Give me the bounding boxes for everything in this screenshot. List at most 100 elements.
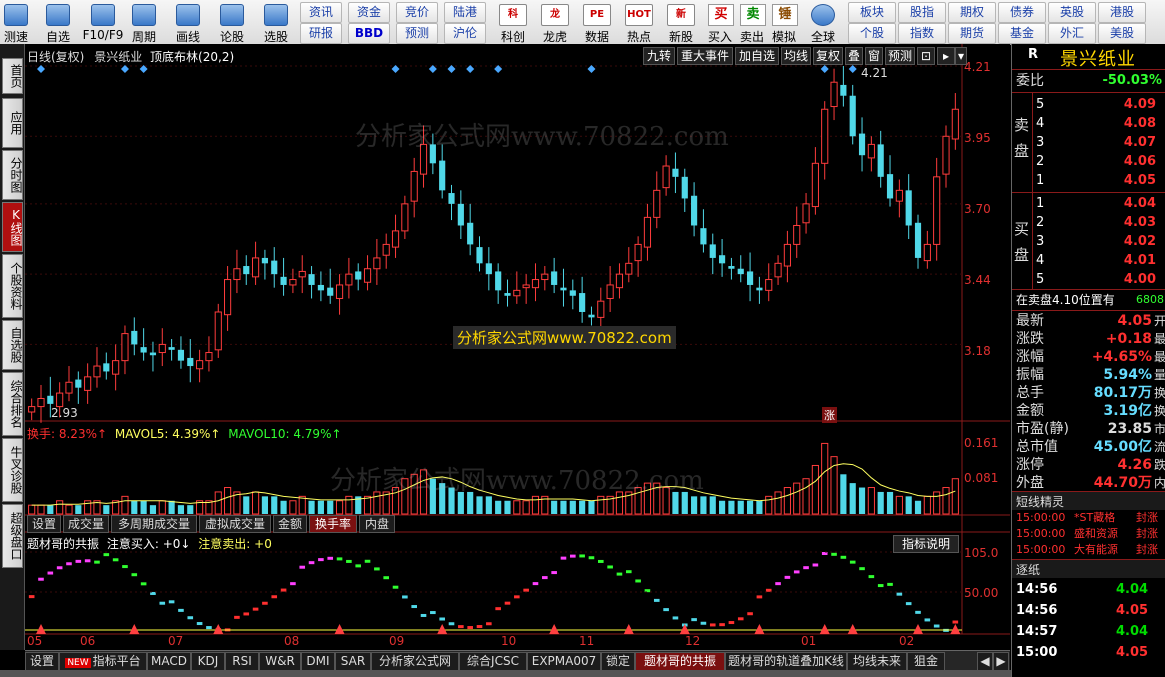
period-button[interactable]: 周期 [126, 0, 162, 44]
futures-button[interactable]: 期货 [948, 23, 996, 44]
funds-button[interactable]: 基金 [998, 23, 1046, 44]
watchlist-button[interactable]: 自选 [38, 0, 78, 44]
sub-tab-virtual-volume[interactable]: 虚拟成交量 [199, 515, 271, 533]
tab-apps[interactable]: 应用 [2, 98, 23, 148]
nine-turn-button[interactable]: 九转 [643, 47, 675, 65]
sprite-row[interactable]: 15:00:00 *ST藏格 封涨 [1012, 510, 1165, 526]
ask-row[interactable]: 3 4.07 [1012, 133, 1165, 153]
ask-row[interactable]: 1 4.05 [1012, 171, 1165, 191]
tab-kline[interactable]: K线图 [2, 202, 23, 252]
indicator-tab[interactable]: 均线未来 [847, 652, 907, 671]
sprite-row[interactable]: 15:00:00 大有能源 封涨 [1012, 542, 1165, 558]
expand-icon[interactable]: ▸ [937, 47, 955, 65]
sprite-row[interactable]: 15:00:00 盛和资源 封涨 [1012, 526, 1165, 542]
sub-tab-inner[interactable]: 内盘 [359, 515, 395, 533]
tab-ranking[interactable]: 综合排名 [2, 372, 23, 436]
hk-stocks-button[interactable]: 港股 [1098, 2, 1146, 23]
add-watchlist-button[interactable]: 加自选 [735, 47, 779, 65]
indicator-tab[interactable]: 狙金 [907, 652, 945, 671]
f10-button[interactable]: F10/F9 [80, 0, 126, 44]
indicator-tab[interactable]: 分析家公式网 [371, 652, 459, 671]
candle-body [84, 376, 92, 391]
indicator-tab[interactable]: KDJ [191, 652, 225, 671]
scroll-right-icon[interactable]: ▶ [993, 652, 1009, 671]
tab-home[interactable]: 首页 [2, 58, 23, 94]
major-events-button[interactable]: 重大事件 [677, 47, 733, 65]
research-button[interactable]: 研报 [300, 23, 342, 44]
window-button[interactable]: 窗 [865, 47, 883, 65]
sub-tab-multi-volume[interactable]: 多周期成交量 [111, 515, 197, 533]
lock-icon[interactable]: ⊡ [917, 47, 935, 65]
bid-row[interactable]: 3 4.02 [1012, 232, 1165, 252]
capital-button[interactable]: 资金 [348, 2, 390, 23]
tab-stock-profile[interactable]: 个股资料 [2, 254, 23, 318]
buy-button[interactable]: 买买入 [706, 0, 734, 44]
tab-watchlist[interactable]: 自选股 [2, 320, 23, 370]
tab-intraday[interactable]: 分时图 [2, 150, 23, 200]
shanghai-london-button[interactable]: 沪伦 [444, 23, 486, 44]
sub-tab-settings[interactable]: 设置 [27, 515, 61, 533]
indicator-tab[interactable]: MACD [147, 652, 191, 671]
global-button[interactable]: 全球 [806, 0, 840, 44]
moving-average-button[interactable]: 均线 [781, 47, 811, 65]
horizontal-scrollbar[interactable] [0, 670, 1011, 677]
index-button[interactable]: 指数 [898, 23, 946, 44]
indicator-tab[interactable]: 题材哥的共振 [635, 652, 725, 671]
ask-row[interactable]: 4 4.08 [1012, 114, 1165, 134]
indicator-help-button[interactable]: 指标说明 [893, 535, 959, 553]
bonds-button[interactable]: 债券 [998, 2, 1046, 23]
discuss-button[interactable]: 论股 [214, 0, 250, 44]
sub-tab-volume[interactable]: 成交量 [63, 515, 109, 533]
indicator-tab[interactable]: NEW 指标平台 [59, 652, 147, 671]
bbd-button[interactable]: BBD [348, 23, 390, 44]
data-button[interactable]: PE 数据 [580, 0, 614, 44]
dragon-tiger-button[interactable]: 龙龙虎 [538, 0, 572, 44]
ipo-button[interactable]: 新新股 [664, 0, 698, 44]
sector-button[interactable]: 板块 [848, 2, 896, 23]
news-button[interactable]: 资讯 [300, 2, 342, 23]
tab-diagnosis[interactable]: 牛叉诊股 [2, 438, 23, 502]
bid-row[interactable]: 1 4.04 [1012, 194, 1165, 214]
predict-button[interactable]: 预测 [885, 47, 915, 65]
forecast-button[interactable]: 预测 [396, 23, 438, 44]
speed-test-button[interactable]: 测速 [2, 0, 30, 44]
draw-line-button[interactable]: 画线 [168, 0, 208, 44]
star-market-button[interactable]: 科科创 [496, 0, 530, 44]
kline-chart-area[interactable]: 分析家公式网www.70822.com 分析家公式网www.70822.com … [25, 44, 1010, 650]
indicator-tab[interactable]: EXPMA007 [527, 652, 601, 671]
auction-button[interactable]: 竞价 [396, 2, 438, 23]
indicator-tab[interactable]: SAR [335, 652, 371, 671]
indicator-tab[interactable]: 综合JCSC [459, 652, 527, 671]
tab-super-orderbook[interactable]: 超级盘口 [2, 504, 23, 568]
single-stock-button[interactable]: 个股 [848, 23, 896, 44]
indicator-tab[interactable]: RSI [225, 652, 259, 671]
us-stocks-button[interactable]: 美股 [1098, 23, 1146, 44]
forex-button[interactable]: 外汇 [1048, 23, 1096, 44]
uk-stocks-button[interactable]: 英股 [1048, 2, 1096, 23]
indicator-tab[interactable]: 题材哥的轨道叠加K线 [725, 652, 847, 671]
adjust-price-button[interactable]: 复权 [813, 47, 843, 65]
indicator-tab[interactable]: DMI [301, 652, 335, 671]
indicator-tab[interactable]: 设置 [25, 652, 59, 671]
hk-connect-button[interactable]: 陆港 [444, 2, 486, 23]
candle-body [252, 257, 260, 278]
bid-row[interactable]: 5 4.00 [1012, 270, 1165, 290]
sub-tab-amount[interactable]: 金额 [273, 515, 307, 533]
ask-row[interactable]: 2 4.06 [1012, 152, 1165, 172]
ask-row[interactable]: 5 4.09 [1012, 95, 1165, 115]
bid-row[interactable]: 2 4.03 [1012, 213, 1165, 233]
stock-picker-button[interactable]: 选股 [256, 0, 296, 44]
scroll-left-icon[interactable]: ◀ [977, 652, 993, 671]
indicator-tab[interactable]: 锁定 [601, 652, 635, 671]
watermark-volume: 分析家公式网www.70822.com [330, 466, 704, 496]
simulate-button[interactable]: 锤模拟 [770, 0, 798, 44]
hotspot-button[interactable]: HOT 热点 [622, 0, 656, 44]
sub-tab-turnover[interactable]: 换手率 [309, 515, 357, 533]
overlay-button[interactable]: 叠 [845, 47, 863, 65]
sell-button[interactable]: 卖卖出 [738, 0, 766, 44]
bid-row[interactable]: 4 4.01 [1012, 251, 1165, 271]
stock-index-button[interactable]: 股指 [898, 2, 946, 23]
indicator-tab[interactable]: W&R [259, 652, 301, 671]
candle-body [327, 287, 334, 296]
options-button[interactable]: 期权 [948, 2, 996, 23]
